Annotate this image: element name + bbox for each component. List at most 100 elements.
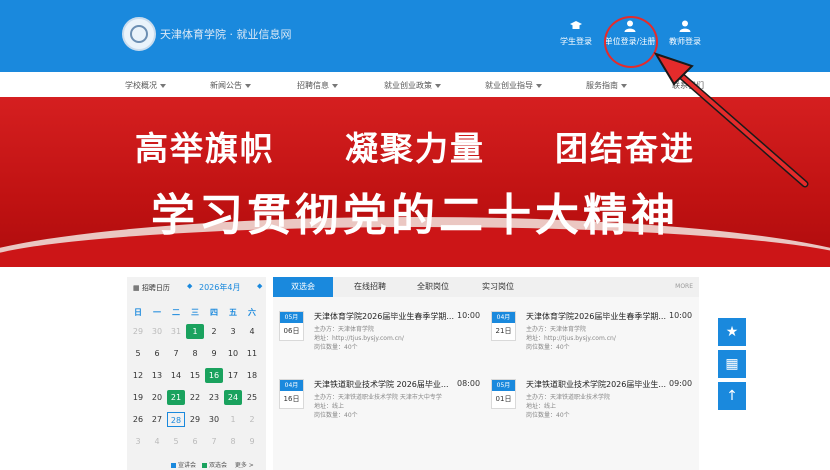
event-date-badge: 04月 21日 (491, 311, 516, 341)
calendar-day[interactable]: 24 (224, 390, 242, 405)
calendar-day[interactable]: 3 (129, 434, 147, 449)
calendar-day[interactable]: 6 (148, 346, 166, 361)
calendar-weekday: 日 (134, 308, 142, 317)
prev-month-icon[interactable]: ◆ (187, 282, 192, 290)
teacher-login-button[interactable]: 教师登录 (665, 20, 705, 47)
calendar-day[interactable]: 26 (129, 412, 147, 427)
calendar-day[interactable]: 3 (224, 324, 242, 339)
calendar-day[interactable]: 8 (186, 346, 204, 361)
event-title[interactable]: 天津体育学院2026届毕业生春季学期... (526, 311, 666, 322)
event-card[interactable]: 04月 21日 天津体育学院2026届毕业生春季学期... 10:00 主办方：天津体育… (485, 305, 692, 365)
event-month: 05月 (280, 312, 303, 323)
calendar-day[interactable]: 31 (167, 324, 185, 339)
event-title[interactable]: 天津铁道职业技术学院2026届毕业生... (526, 379, 666, 390)
nav-item-contact[interactable]: 联系我们 (672, 80, 704, 91)
calendar-day[interactable]: 4 (148, 434, 166, 449)
calendar-weekday: 一 (153, 308, 161, 317)
qrcode-button[interactable]: ▦ (718, 350, 746, 378)
event-host: 主办方：天津铁道职业技术学院 (526, 394, 611, 401)
hero-banner[interactable]: 高举旗帜 凝聚力量 团结奋进 学习贯彻党的二十大精神 (0, 97, 830, 267)
event-address: 地址：线上 (314, 403, 345, 410)
event-month: 05月 (492, 380, 515, 391)
tab-full-time-jobs[interactable]: 全职岗位 (408, 277, 458, 297)
teacher-login-label: 教师登录 (669, 37, 701, 46)
calendar-day[interactable]: 28 (167, 412, 185, 427)
calendar-day[interactable]: 29 (186, 412, 204, 427)
event-title[interactable]: 天津体育学院2026届毕业生春季学期... (314, 311, 454, 322)
calendar-day[interactable]: 23 (205, 390, 223, 405)
calendar-day[interactable]: 8 (224, 434, 242, 449)
qrcode-icon: ▦ (725, 356, 739, 372)
event-card[interactable]: 04月 16日 天津铁道职业技术学院 2026届毕业... 08:00 主办方：天津铁道… (273, 373, 480, 433)
nav-item-school-overview[interactable]: 学校概况 (125, 80, 166, 91)
calendar-day[interactable]: 7 (205, 434, 223, 449)
calendar-day[interactable]: 2 (205, 324, 223, 339)
nav-item-service-guide[interactable]: 服务指南 (586, 80, 627, 91)
calendar-weekday: 六 (248, 308, 256, 317)
calendar-day[interactable]: 12 (129, 368, 147, 383)
event-title[interactable]: 天津铁道职业技术学院 2026届毕业... (314, 379, 454, 390)
event-card[interactable]: 05月 01日 天津铁道职业技术学院2026届毕业生... 09:00 主办方：天津铁道… (485, 373, 692, 433)
calendar-weekday: 四 (210, 308, 218, 317)
calendar-day[interactable]: 4 (243, 324, 261, 339)
arrow-up-icon: ↑ (726, 388, 738, 404)
calendar-day[interactable]: 19 (129, 390, 147, 405)
calendar-day[interactable]: 30 (205, 412, 223, 427)
event-job-count: 岗位数量：40个 (314, 412, 358, 419)
calendar-day[interactable]: 22 (186, 390, 204, 405)
calendar-weekday: 三 (191, 308, 199, 317)
event-host: 主办方：天津体育学院 (314, 326, 375, 333)
calendar-more-link[interactable]: 更多 > (235, 462, 254, 469)
event-day: 06日 (283, 327, 300, 335)
calendar-header: ▦ 招聘日历 ◆ 2026年4月 ◆ (127, 277, 266, 297)
event-date-badge: 04月 16日 (279, 379, 304, 409)
tab-job-fair[interactable]: 双选会 (273, 277, 333, 297)
site-title[interactable]: 天津体育学院 · 就业信息网 (160, 26, 292, 42)
nav-item-employment-guidance[interactable]: 就业创业指导 (485, 80, 542, 91)
calendar-day[interactable]: 5 (167, 434, 185, 449)
calendar-day[interactable]: 15 (186, 368, 204, 383)
favorite-button[interactable]: ★ (718, 318, 746, 346)
event-job-count: 岗位数量：40个 (526, 344, 570, 351)
calendar-day[interactable]: 14 (167, 368, 185, 383)
calendar-day[interactable]: 20 (148, 390, 166, 405)
calendar-day[interactable]: 17 (224, 368, 242, 383)
back-to-top-button[interactable]: ↑ (718, 382, 746, 410)
recruitment-calendar: ▦ 招聘日历 ◆ 2026年4月 ◆ 日一二三四五六 29 30 31 1 2 3 4 5 6 7 8… (127, 277, 266, 470)
calendar-day[interactable]: 9 (205, 346, 223, 361)
calendar-day[interactable]: 1 (186, 324, 204, 339)
header-bar: 天津体育学院 · 就业信息网 学生登录 单位登录/注册 教师登录 (0, 0, 830, 72)
more-link[interactable]: MORE (675, 283, 693, 290)
calendar-day[interactable]: 21 (167, 390, 185, 405)
event-card[interactable]: 05月 06日 天津体育学院2026届毕业生春季学期... 10:00 主办方：天津体育… (273, 305, 480, 365)
tab-online-recruitment[interactable]: 在线招聘 (345, 277, 395, 297)
nav-item-recruitment[interactable]: 招聘信息 (297, 80, 338, 91)
calendar-day[interactable]: 27 (148, 412, 166, 427)
event-host: 主办方：天津体育学院 (526, 326, 587, 333)
calendar-day[interactable]: 25 (243, 390, 261, 405)
event-tabs: 双选会 在线招聘 全职岗位 实习岗位 MORE (273, 277, 699, 297)
chevron-down-icon (160, 83, 166, 88)
school-logo[interactable] (122, 17, 156, 51)
chevron-down-icon (536, 83, 542, 88)
calendar-day[interactable]: 2 (243, 412, 261, 427)
student-login-button[interactable]: 学生登录 (556, 20, 596, 47)
calendar-day[interactable]: 6 (186, 434, 204, 449)
calendar-day[interactable]: 9 (243, 434, 261, 449)
nav-item-news[interactable]: 新闻公告 (210, 80, 251, 91)
nav-item-employment-policy[interactable]: 就业创业政策 (384, 80, 441, 91)
calendar-day[interactable]: 7 (167, 346, 185, 361)
calendar-day[interactable]: 1 (224, 412, 242, 427)
banner-slogan-line2: 学习贯彻党的二十大精神 (151, 190, 679, 241)
tab-internships[interactable]: 实习岗位 (473, 277, 523, 297)
calendar-day[interactable]: 29 (129, 324, 147, 339)
calendar-day[interactable]: 18 (243, 368, 261, 383)
calendar-day[interactable]: 11 (243, 346, 261, 361)
calendar-day[interactable]: 10 (224, 346, 242, 361)
event-job-count: 岗位数量：40个 (526, 412, 570, 419)
calendar-day[interactable]: 30 (148, 324, 166, 339)
calendar-day[interactable]: 16 (205, 368, 223, 383)
calendar-day[interactable]: 13 (148, 368, 166, 383)
calendar-day[interactable]: 5 (129, 346, 147, 361)
next-month-icon[interactable]: ◆ (257, 282, 262, 290)
